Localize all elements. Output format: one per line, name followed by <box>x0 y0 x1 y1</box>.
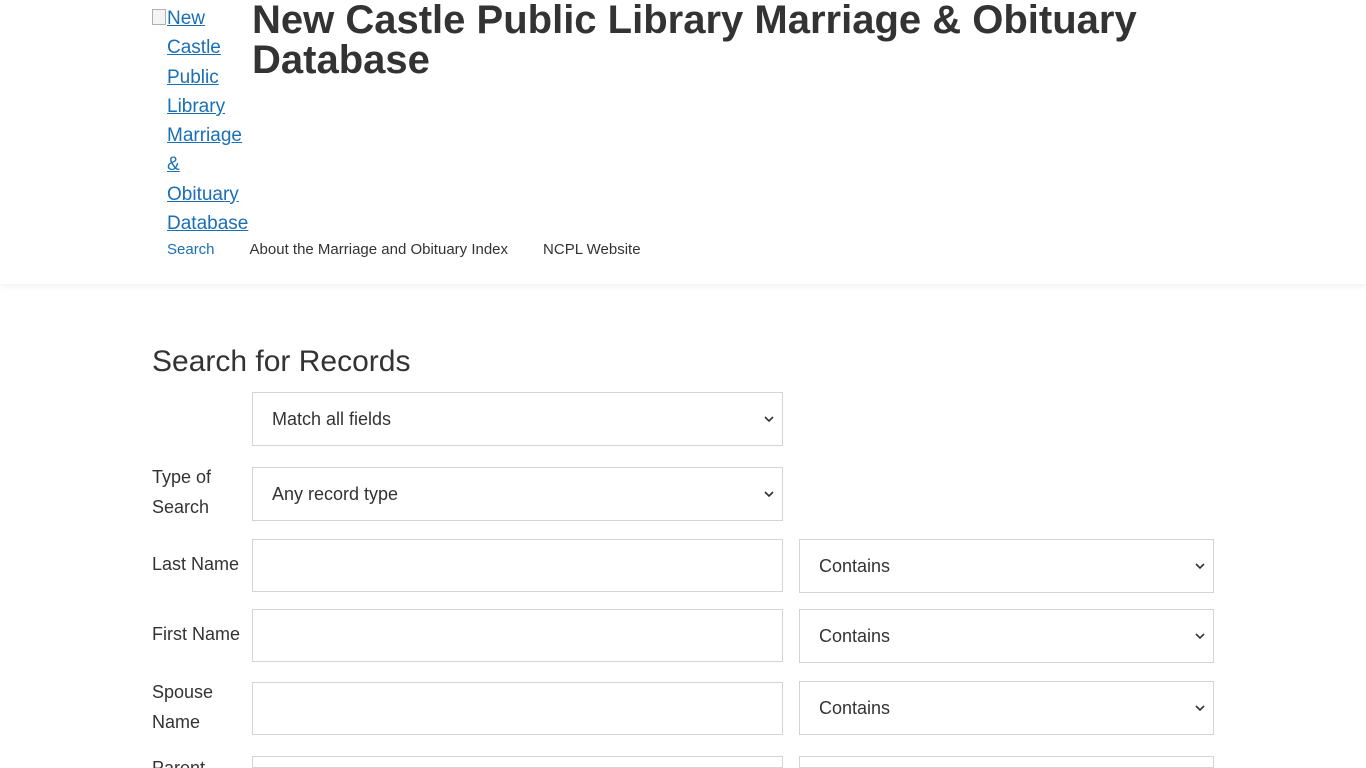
site-header: New Castle Public Library Marriage & Obi… <box>0 0 1366 284</box>
label-line: Type of <box>152 467 212 487</box>
match-mode-value: Match all fields <box>272 408 392 429</box>
spouse-name-input[interactable] <box>252 682 783 735</box>
logo-alt-line: Obituary <box>167 183 239 205</box>
broken-image-icon <box>152 9 166 25</box>
record-type-value: Any record type <box>272 483 399 504</box>
nav-item-search[interactable]: Search <box>167 240 215 260</box>
logo-alt-line: Marriage & <box>167 125 242 176</box>
spouse-name-operator-select[interactable]: Contains <box>799 681 1214 735</box>
parent-name-operator-select[interactable] <box>799 756 1214 768</box>
nav-item-ncpl-website[interactable]: NCPL Website <box>543 240 641 260</box>
parent-name-input[interactable] <box>252 756 783 768</box>
label-line: First Name <box>152 624 241 644</box>
chevron-down-icon <box>764 491 774 498</box>
page-title: Search for Records <box>152 345 411 378</box>
last-name-input[interactable] <box>252 539 783 592</box>
logo-alt-line: Library <box>167 95 226 117</box>
logo-alt-text: New Castle Public Library Marriage & Obi… <box>167 4 248 238</box>
label-line: Name <box>152 711 201 732</box>
first-name-operator-select[interactable]: Contains <box>799 609 1214 663</box>
last-name-operator-select[interactable]: Contains <box>799 539 1214 593</box>
parent-name-label: Parent <box>152 754 247 768</box>
nav-item-about[interactable]: About the Marriage and Obituary Index <box>250 240 509 260</box>
record-type-select[interactable]: Any record type <box>252 467 783 521</box>
first-name-input[interactable] <box>252 609 783 662</box>
site-title: New Castle Public Library Marriage & Obi… <box>252 0 1137 82</box>
chevron-down-icon <box>1195 563 1205 570</box>
label-line: Spouse <box>152 682 214 702</box>
operator-value: Contains <box>819 697 891 718</box>
spouse-name-label: Spouse Name <box>152 678 247 737</box>
main-nav: Search About the Marriage and Obituary I… <box>152 240 676 260</box>
logo-alt-line: Public <box>167 66 219 88</box>
chevron-down-icon <box>1195 705 1205 712</box>
operator-value: Contains <box>819 555 891 576</box>
logo-alt-line: New <box>167 8 206 29</box>
label-line: Search <box>152 496 210 517</box>
chevron-down-icon <box>764 416 774 423</box>
label-line: Parent <box>152 758 206 768</box>
operator-value: Contains <box>819 625 891 646</box>
match-mode-select[interactable]: Match all fields <box>252 392 783 446</box>
label-line: Last Name <box>152 554 240 574</box>
type-of-search-label: Type of Search <box>152 463 247 522</box>
logo-link[interactable]: New Castle Public Library Marriage & Obi… <box>152 4 248 238</box>
first-name-label: First Name <box>152 620 247 650</box>
last-name-label: Last Name <box>152 550 247 580</box>
chevron-down-icon <box>1195 633 1205 640</box>
logo-alt-line: Castle <box>167 37 221 59</box>
logo-alt-line: Database <box>167 213 249 235</box>
